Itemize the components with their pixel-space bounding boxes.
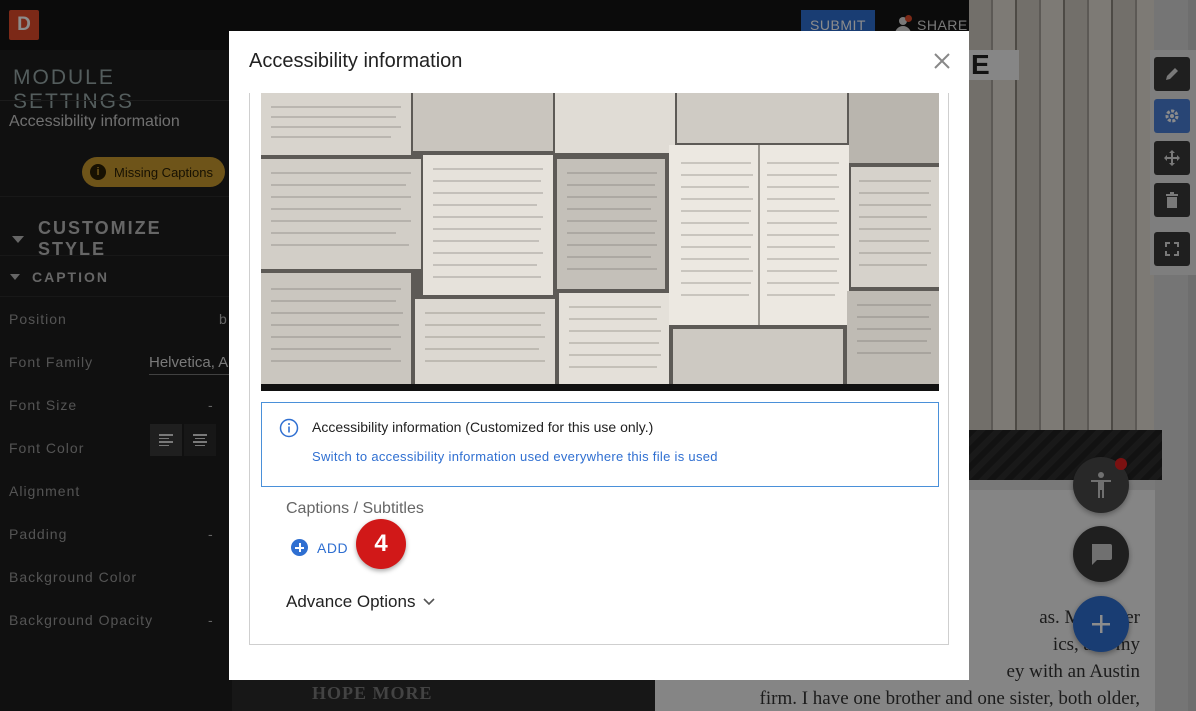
chevron-down-icon	[423, 598, 436, 606]
plus-circle-icon	[291, 539, 308, 556]
book-pages-image	[261, 93, 939, 384]
modal-body: Accessibility information (Customized fo…	[249, 93, 949, 645]
image-preview	[261, 93, 939, 391]
preview-bottom-bar	[261, 384, 939, 391]
switch-accessibility-link[interactable]: Switch to accessibility information used…	[312, 449, 718, 464]
step-badge: 4	[356, 519, 406, 569]
captions-subtitles-label: Captions / Subtitles	[286, 500, 424, 517]
info-notice: Accessibility information (Customized fo…	[261, 402, 939, 487]
advance-options-label: Advance Options	[286, 592, 416, 611]
info-text: Accessibility information (Customized fo…	[312, 419, 654, 435]
close-icon[interactable]	[931, 50, 953, 72]
info-icon	[279, 418, 299, 438]
advance-options-toggle[interactable]: Advance Options	[286, 592, 436, 612]
add-label: ADD	[317, 539, 349, 556]
modal-title: Accessibility information	[249, 50, 463, 72]
add-caption-button[interactable]: ADD	[291, 539, 348, 556]
accessibility-modal: Accessibility information Accessibility …	[229, 31, 969, 680]
